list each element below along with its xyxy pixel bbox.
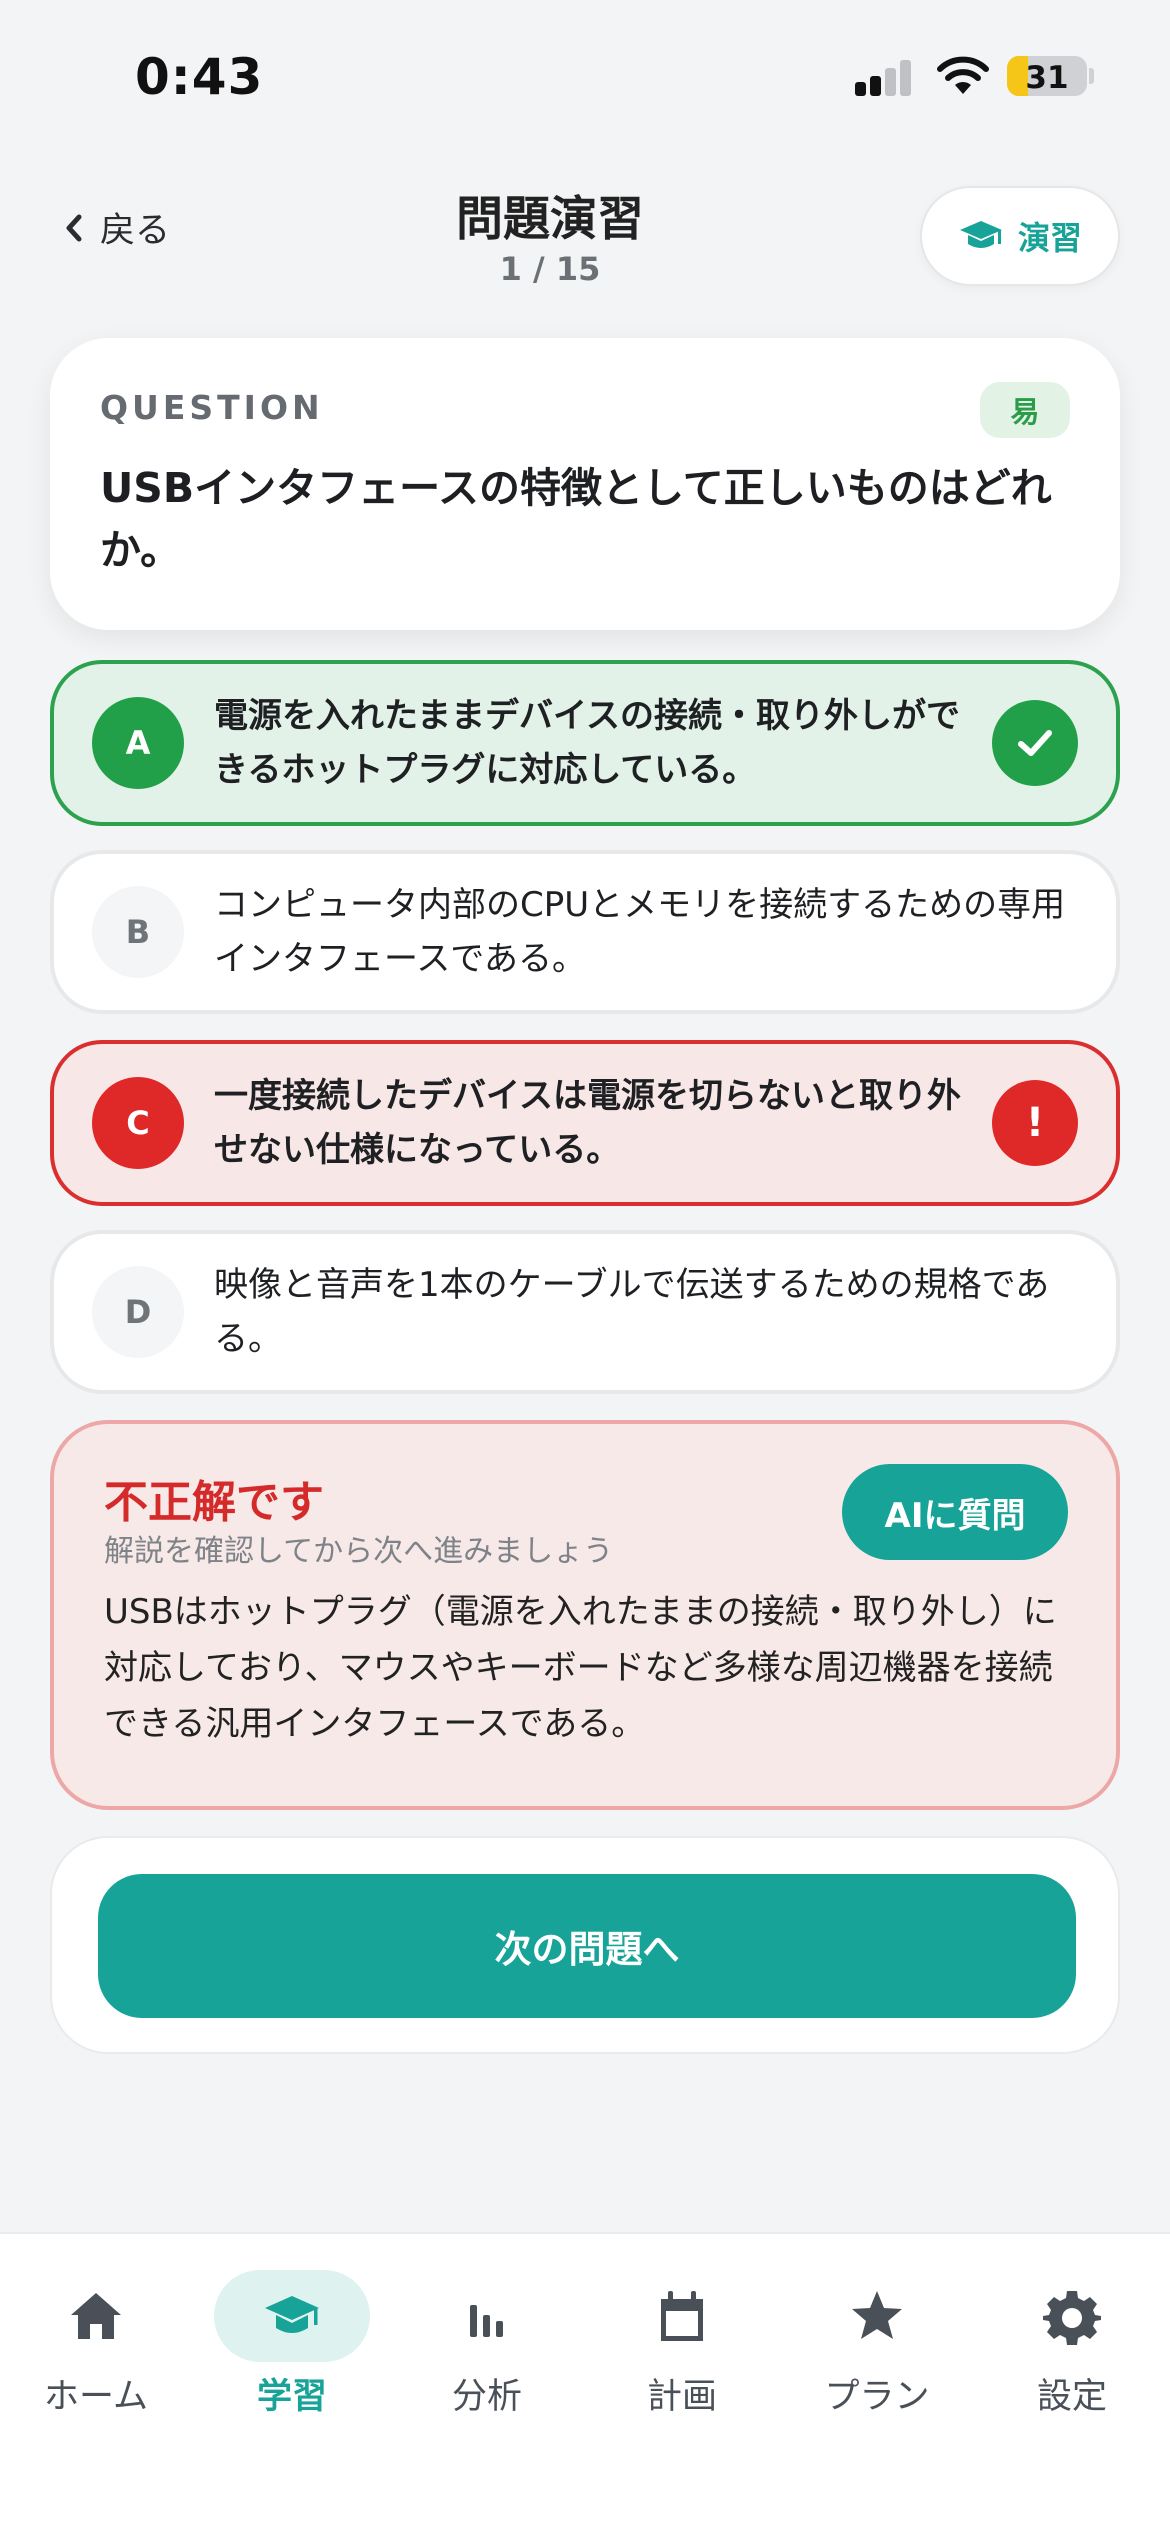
practice-mode-label: 演習: [1017, 219, 1082, 257]
star-icon: [852, 2291, 902, 2339]
tab-study[interactable]: 学習: [212, 2270, 372, 2420]
explanation-text: USBはホットプラグ（電源を入れたままの接続・取り外し）に対応しており、マウスや…: [104, 1592, 1057, 1744]
feedback-subtitle: 解説を確認してから次へ進みましょう: [104, 1534, 614, 1569]
tab-home[interactable]: ホーム: [16, 2270, 176, 2420]
page-title: 問題演習: [456, 192, 644, 247]
option-c-text: 一度接続したデバイスは電源を切らないと取り外せない仕様になっている。: [214, 1076, 961, 1170]
question-card: QUESTION 易 USBインタフェースの特徴として正しいものはどれか。: [50, 338, 1120, 630]
difficulty-badge: 易: [980, 382, 1070, 438]
home-icon: [71, 2293, 121, 2339]
tab-analysis-label: 分析: [451, 2377, 522, 2417]
question-progress: 1 / 15: [499, 250, 601, 288]
status-time: 0:43: [135, 48, 264, 106]
bar-chart-icon: [470, 2305, 503, 2337]
option-a-letter: A: [92, 697, 184, 789]
option-a[interactable]: A 電源を入れたままデバイスの接続・取り外しができるホットプラグに対応している。: [50, 660, 1120, 826]
wifi-icon: [937, 56, 989, 94]
battery-level: 31: [1025, 60, 1069, 96]
cellular-signal-icon: [855, 58, 913, 96]
status-bar: 0:43 31: [0, 0, 1170, 150]
tab-settings[interactable]: 設定: [992, 2270, 1152, 2420]
next-question-button[interactable]: 次の問題へ: [98, 1874, 1076, 2018]
option-c-letter: C: [92, 1077, 184, 1169]
option-d-letter: D: [92, 1266, 184, 1358]
practice-mode-button[interactable]: 演習: [920, 186, 1120, 286]
tab-subscription[interactable]: プラン: [797, 2270, 957, 2420]
chevron-left-icon: [66, 214, 82, 241]
option-d[interactable]: D 映像と音声を1本のケーブルで伝送するための規格である。: [50, 1230, 1120, 1394]
tab-study-label: 学習: [256, 2377, 327, 2417]
back-label: 戻る: [100, 211, 171, 251]
option-b-letter: B: [92, 886, 184, 978]
tab-plan[interactable]: 計画: [602, 2270, 762, 2420]
ask-ai-button[interactable]: AIに質問: [842, 1464, 1068, 1560]
feedback-card: 不正解です 解説を確認してから次へ進みましょう AIに質問 USBはホットプラグ…: [50, 1420, 1120, 1810]
option-a-text: 電源を入れたままデバイスの接続・取り外しができるホットプラグに対応している。: [214, 696, 960, 790]
checkmark-icon: [992, 700, 1078, 786]
tab-analysis[interactable]: 分析: [407, 2270, 567, 2420]
option-b-text: コンピュータ内部のCPUとメモリを接続するための専用インタフェースである。: [214, 885, 1066, 979]
option-b[interactable]: B コンピュータ内部のCPUとメモリを接続するための専用インタフェースである。: [50, 850, 1120, 1014]
tab-subscription-label: プラン: [824, 2377, 930, 2417]
tab-plan-label: 計画: [646, 2377, 717, 2417]
tab-home-label: ホーム: [44, 2377, 148, 2417]
tab-settings-label: 設定: [1036, 2377, 1107, 2417]
graduation-cap-icon: [959, 221, 1002, 248]
feedback-title: 不正解です: [104, 1477, 324, 1528]
graduation-cap-icon: [265, 2296, 319, 2333]
question-label: QUESTION: [100, 388, 324, 427]
exclamation-icon: !: [992, 1080, 1078, 1166]
tab-bar: ホーム 学習 分析 計画 プラン 設定: [0, 2232, 1170, 2532]
back-button[interactable]: 戻る: [62, 202, 170, 253]
battery-indicator: 31: [1007, 56, 1087, 96]
calendar-icon: [661, 2291, 703, 2341]
option-c[interactable]: C 一度接続したデバイスは電源を切らないと取り外せない仕様になっている。 !: [50, 1040, 1120, 1206]
question-text: USBインタフェースの特徴として正しいものはどれか。: [100, 464, 1052, 574]
next-card: 次の問題へ: [50, 1836, 1120, 2054]
gear-icon: [1043, 2291, 1101, 2345]
option-d-text: 映像と音声を1本のケーブルで伝送するための規格である。: [214, 1265, 1050, 1359]
